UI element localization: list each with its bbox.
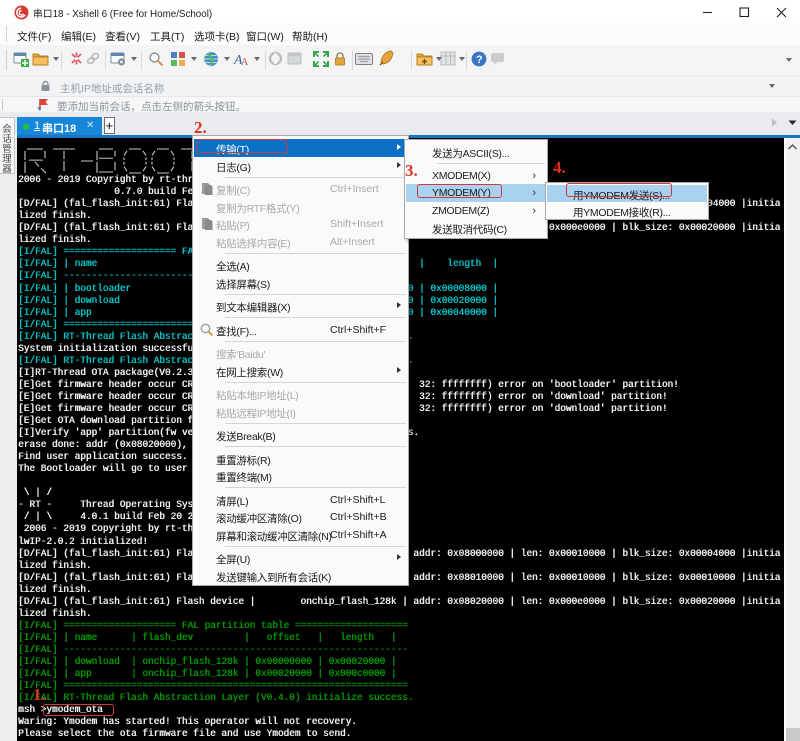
svg-text:?: ? [476, 54, 483, 66]
svg-text:A: A [241, 57, 249, 67]
